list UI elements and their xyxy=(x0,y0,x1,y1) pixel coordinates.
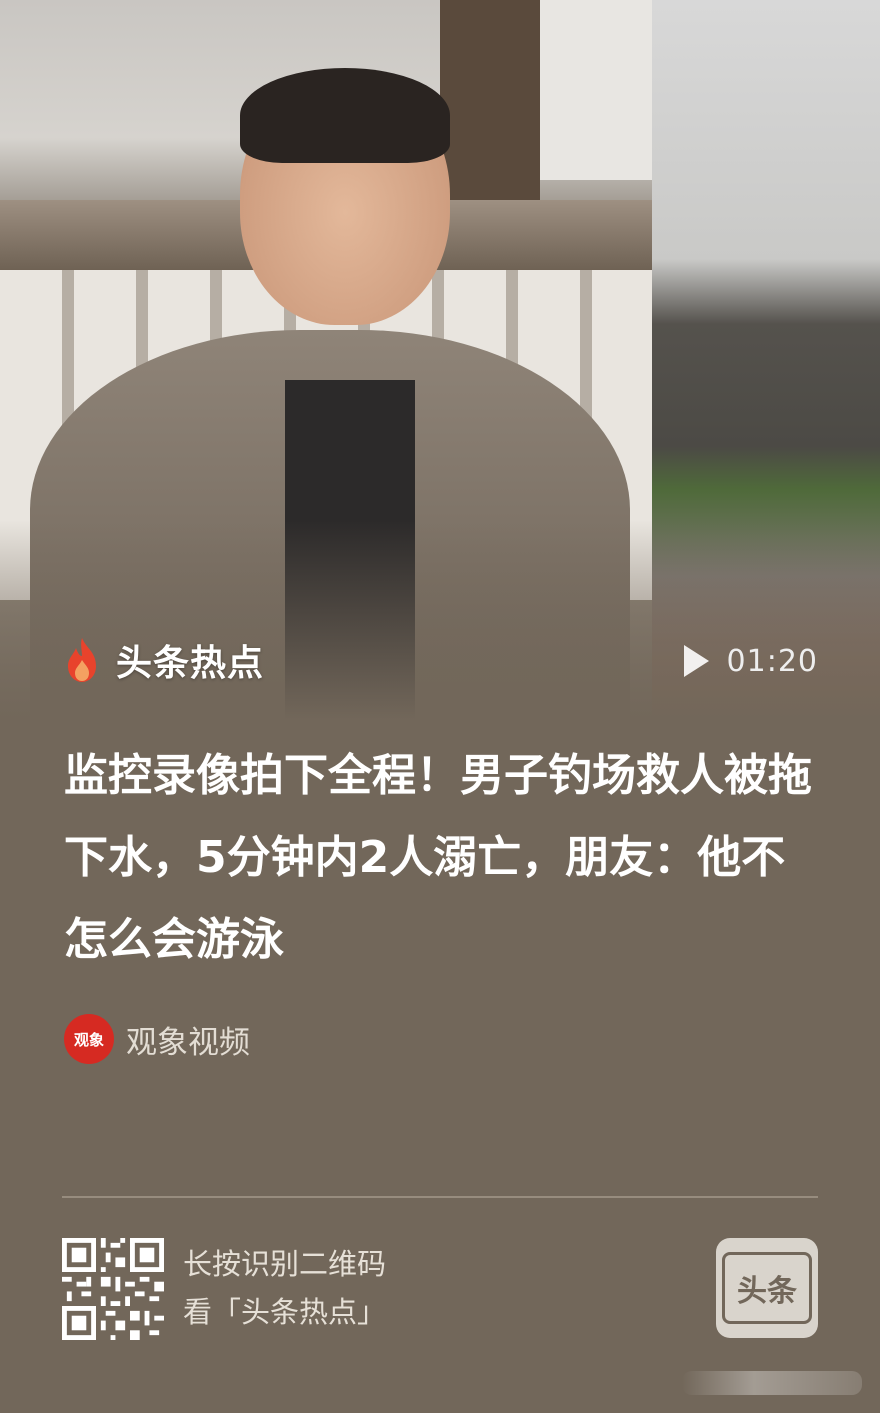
thumbnail-fade xyxy=(0,520,880,720)
toutiao-app-badge[interactable]: 头条 xyxy=(716,1238,818,1338)
video-duration[interactable]: 01:20 xyxy=(681,638,818,684)
play-icon xyxy=(683,645,709,677)
window-frame xyxy=(440,0,540,230)
source-logo: 观象 xyxy=(64,1014,114,1064)
source-info[interactable]: 观象 观象视频 xyxy=(64,1013,250,1065)
qr-instructions: 长按识别二维码 看「头条热点」 xyxy=(183,1240,386,1336)
video-thumbnail[interactable] xyxy=(0,0,880,720)
watermark xyxy=(682,1371,862,1395)
qr-instruction-line1: 长按识别二维码 xyxy=(183,1247,387,1281)
channel-brand-label: 头条热点 xyxy=(116,643,265,684)
window-pane xyxy=(540,0,652,180)
toutiao-logo-text: 头条 xyxy=(722,1252,812,1324)
person-hair xyxy=(240,68,450,163)
qr-code[interactable] xyxy=(62,1238,164,1340)
qr-instruction-line2: 看「头条热点」 xyxy=(183,1295,387,1329)
qr-code-icon xyxy=(62,1238,164,1340)
divider xyxy=(62,1196,818,1198)
flame-icon xyxy=(68,638,96,682)
source-name: 观象视频 xyxy=(126,1024,250,1061)
duration-text: 01:20 xyxy=(726,643,818,679)
channel-brand[interactable]: 头条热点 xyxy=(62,630,264,690)
article-headline[interactable]: 监控录像拍下全程！男子钓场救人被拖下水，5分钟内2人溺亡，朋友：他不怎么会游泳 xyxy=(64,735,824,981)
